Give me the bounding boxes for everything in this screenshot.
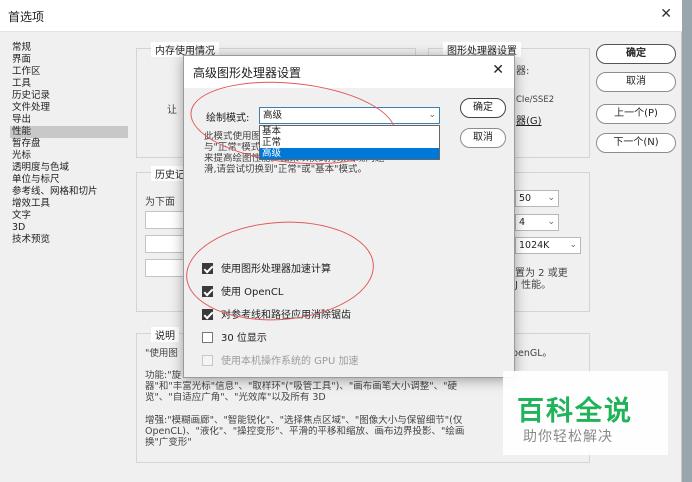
sidebar-item-history[interactable]: 历史记录 [10,90,128,102]
advanced-dialog-titlebar: 高级图形处理器设置 ✕ [184,56,514,88]
drawing-mode-dropdown-list: 基本 正常 高级 [259,125,440,160]
history-desc-line2: J 性能。 [515,280,552,291]
next-button[interactable]: 下一个(N) [596,133,676,153]
sidebar-item-interface[interactable]: 界面 [10,54,128,66]
drawing-mode-value: 高级 [263,110,283,121]
advanced-cancel-button[interactable]: 取消 [460,128,506,148]
sidebar-item-performance[interactable]: 性能 [10,126,128,138]
gpu-compute-label: 使用图形处理器加速计算 [221,264,331,275]
cache-tile-size-select[interactable]: 1024K ⌄ [515,237,581,254]
description-line1: "使用图 [145,348,178,359]
mode-option-basic[interactable]: 基本 [260,126,439,137]
antialias-label: 对参考线和路径应用消除锯齿 [221,310,351,321]
mode-desc-line4: 滑,请尝试切换到"正常"或"基本"模式。 [204,164,367,175]
memory-partial-label: 让 [167,105,177,116]
description-line1-right: penGL。 [512,348,553,359]
checkbox-disabled-icon [202,355,213,366]
sidebar-item-cursors[interactable]: 光标 [10,150,128,162]
watermark-sub-text: 助你轻松解决 [523,429,613,445]
close-icon[interactable]: ✕ [660,6,672,22]
chevron-down-icon: ⌄ [547,217,555,227]
check-icon[interactable] [202,309,213,320]
sidebar-item-type[interactable]: 文字 [10,210,128,222]
cache-levels-select[interactable]: 4 ⌄ [515,214,559,231]
sidebar-item-plugins[interactable]: 增效工具 [10,198,128,210]
sidebar-item-general[interactable]: 常规 [10,42,128,54]
checkbox-empty-icon[interactable] [202,332,213,343]
30bit-display-label: 30 位显示 [221,333,267,344]
history-partial-label: 为下面 [145,197,175,208]
check-icon[interactable] [202,263,213,274]
sidebar-item-file-handling[interactable]: 文件处理 [10,102,128,114]
opencl-label: 使用 OpenCL [221,287,284,298]
window-title: 首选项 [8,10,45,24]
chevron-down-icon: ⌄ [569,240,577,250]
chevron-down-icon: ⌄ [428,110,436,120]
cancel-button[interactable]: 取消 [596,72,676,92]
gpu-partial-2: CIe/SSE2 [516,95,555,105]
description-group-title: 说明 [151,327,179,342]
previous-button[interactable]: 上一个(P) [596,104,676,124]
cache-tile-size-value: 1024K [519,240,550,251]
drawing-mode-label: 绘制模式: [206,113,250,124]
sidebar-nav: 常规 界面 工作区 工具 历史记录 文件处理 导出 性能 暂存盘 光标 透明度与… [10,42,128,246]
opencl-checkbox-row[interactable]: 使用 OpenCL [202,286,283,300]
sidebar-item-transparency[interactable]: 透明度与色域 [10,162,128,174]
check-icon[interactable] [202,286,213,297]
watermark-main-text: 百科全说 [517,396,633,427]
sidebar-item-tech-preview[interactable]: 技术预览 [10,234,128,246]
history-states-select[interactable]: 50 ⌄ [515,190,559,207]
advanced-ok-button[interactable]: 确定 [460,98,506,118]
preferences-titlebar: 首选项 ✕ [0,0,682,32]
native-gpu-label: 使用本机操作系统的 GPU 加速 [221,356,359,367]
gpu-compute-checkbox-row[interactable]: 使用图形处理器加速计算 [202,263,331,277]
sidebar-item-scratch-disks[interactable]: 暂存盘 [10,138,128,150]
sidebar-item-export[interactable]: 导出 [10,114,128,126]
mode-option-normal[interactable]: 正常 [260,137,439,148]
ok-button[interactable]: 确定 [596,44,676,64]
antialias-checkbox-row[interactable]: 对参考线和路径应用消除锯齿 [202,309,351,323]
gpu-partial-1: 器: [516,66,530,77]
gpu-settings-link[interactable]: 器(G) [516,112,542,127]
cache-levels-value: 4 [519,217,526,228]
sidebar-item-units-rulers[interactable]: 单位与标尺 [10,174,128,186]
drawing-mode-select[interactable]: 高级 ⌄ [259,107,440,124]
sidebar-item-workspace[interactable]: 工作区 [10,66,128,78]
mode-option-advanced[interactable]: 高级 [260,148,439,159]
description-line6: OpenCL)、"液化"、"操控变形"、平滑的平移和缩放、画布边界投影、"绘画 [145,426,465,437]
native-gpu-checkbox-row: 使用本机操作系统的 GPU 加速 [202,355,358,369]
chevron-down-icon: ⌄ [547,193,555,203]
advanced-dialog-title: 高级图形处理器设置 [193,66,302,80]
history-states-value: 50 [519,193,532,204]
30bit-display-checkbox-row[interactable]: 30 位显示 [202,332,267,346]
description-line7: 换"广变形" [145,437,192,448]
description-line4: 览"、"自适应广角"、"光效库"以及所有 3D [145,392,326,403]
close-icon[interactable]: ✕ [492,62,504,78]
sidebar-item-tools[interactable]: 工具 [10,78,128,90]
sidebar-item-guides-grid[interactable]: 参考线、网格和切片 [10,186,128,198]
advanced-gpu-dialog: 高级图形处理器设置 ✕ 绘制模式: 高级 ⌄ 确定 取消 此模式使用图 与"正常… [183,55,515,378]
sidebar-item-3d[interactable]: 3D [10,222,128,234]
watermark-logo: 百科全说 助你轻松解决 [503,371,668,455]
